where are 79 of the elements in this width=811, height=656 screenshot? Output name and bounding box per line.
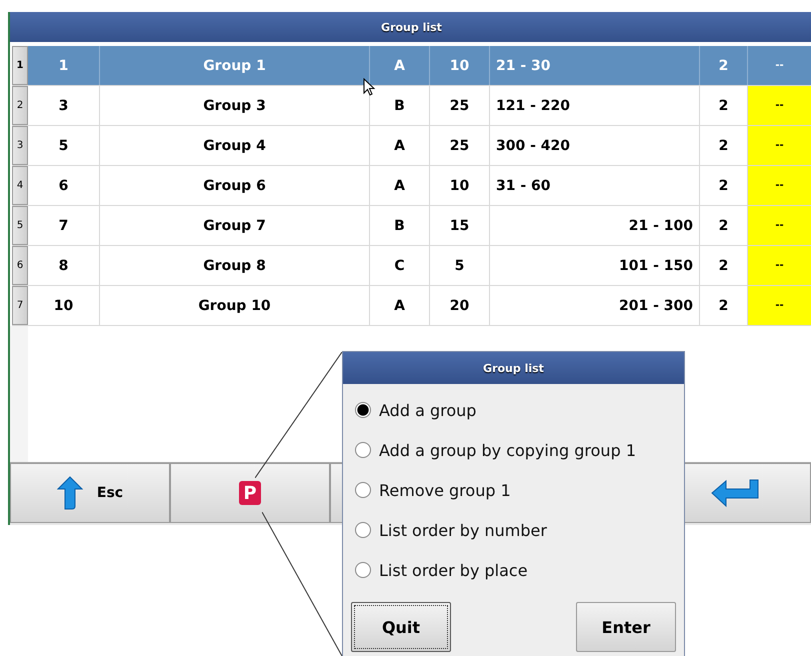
return-arrow-icon: [710, 478, 760, 508]
table-cell: 6: [28, 166, 100, 205]
row-number: 7: [12, 286, 28, 325]
table-cell: 31 - 60: [490, 166, 700, 205]
table-cell: Group 6: [100, 166, 370, 205]
table-cell: A: [370, 46, 430, 85]
table-cell: 7: [28, 206, 100, 245]
logo-icon: P: [239, 481, 261, 505]
table-cell: 101 - 150: [490, 246, 700, 285]
table-cell: 2: [700, 46, 748, 85]
table-cell: 8: [28, 246, 100, 285]
row-number: 3: [12, 126, 28, 165]
table-cell: Group 8: [100, 246, 370, 285]
table-cell: 1: [28, 46, 100, 85]
row-number: 1: [12, 46, 28, 85]
table-cell: B: [370, 206, 430, 245]
table-cell: Group 4: [100, 126, 370, 165]
table-cell: C: [370, 246, 430, 285]
table-cell: --: [748, 86, 811, 125]
table-cell: 25: [430, 86, 490, 125]
table-row[interactable]: 7 10 Group 10 A 20 201 - 300 2 --: [12, 286, 811, 326]
radio-button[interactable]: [355, 402, 371, 418]
table-cell: 10: [430, 166, 490, 205]
table-cell: 5: [28, 126, 100, 165]
table-cell: Group 10: [100, 286, 370, 325]
table-cell: 25: [430, 126, 490, 165]
enter-button[interactable]: Enter: [576, 602, 676, 652]
radio-option[interactable]: List order by number: [355, 510, 684, 550]
table-cell: 21 - 30: [490, 46, 700, 85]
table-cell: --: [748, 166, 811, 205]
table-cell: 21 - 100: [490, 206, 700, 245]
quit-button[interactable]: Quit: [351, 602, 451, 652]
option-label: List order by number: [379, 520, 547, 540]
table-cell: 15: [430, 206, 490, 245]
table-cell: --: [748, 126, 811, 165]
table-cell: 10: [430, 46, 490, 85]
radio-button[interactable]: [355, 562, 371, 578]
radio-option[interactable]: Remove group 1: [355, 470, 684, 510]
table-cell: 121 - 220: [490, 86, 700, 125]
table-cell: Group 7: [100, 206, 370, 245]
table-row[interactable]: 2 3 Group 3 B 25 121 - 220 2 --: [12, 86, 811, 126]
table-row[interactable]: 1 1 Group 1 A 10 21 - 30 2 --: [12, 46, 811, 86]
table-row[interactable]: 3 5 Group 4 A 25 300 - 420 2 --: [12, 126, 811, 166]
table-row[interactable]: 4 6 Group 6 A 10 31 - 60 2 --: [12, 166, 811, 206]
radio-option[interactable]: Add a group: [355, 390, 684, 430]
table-cell: 300 - 420: [490, 126, 700, 165]
row-number: 4: [12, 166, 28, 205]
radio-button[interactable]: [355, 482, 371, 498]
row-number: 2: [12, 86, 28, 125]
esc-button[interactable]: Esc: [10, 463, 170, 523]
table-cell-text: --: [774, 59, 785, 73]
option-label: Add a group: [379, 400, 476, 420]
table-cell: 10: [28, 286, 100, 325]
table-cell: 20: [430, 286, 490, 325]
row-number: 6: [12, 246, 28, 285]
table-cell: A: [370, 286, 430, 325]
table-row[interactable]: 5 7 Group 7 B 15 21 - 100 2 --: [12, 206, 811, 246]
table-cell: 3: [28, 86, 100, 125]
table-cell: 201 - 300: [490, 286, 700, 325]
table-cell: --: [748, 246, 811, 285]
radio-option[interactable]: Add a group by copying group 1: [355, 430, 684, 470]
cursor-icon: [363, 78, 377, 98]
table-cell: --: [748, 286, 811, 325]
dialog-title: Group list: [343, 352, 684, 384]
table-cell: A: [370, 166, 430, 205]
radio-button[interactable]: [355, 442, 371, 458]
logo-button[interactable]: P: [170, 463, 330, 523]
window-title: Group list: [10, 12, 811, 42]
option-label: Remove group 1: [379, 480, 511, 500]
table-cell: A: [370, 126, 430, 165]
table-cell: 5: [430, 246, 490, 285]
option-label: Add a group by copying group 1: [379, 440, 636, 460]
up-arrow-icon: [56, 476, 83, 510]
table-row[interactable]: 6 8 Group 8 C 5 101 - 150 2 --: [12, 246, 811, 286]
radio-button[interactable]: [355, 522, 371, 538]
option-label: List order by place: [379, 560, 528, 580]
radio-option[interactable]: List order by place: [355, 550, 684, 590]
table-cell: --: [748, 206, 811, 245]
row-number: 5: [12, 206, 28, 245]
